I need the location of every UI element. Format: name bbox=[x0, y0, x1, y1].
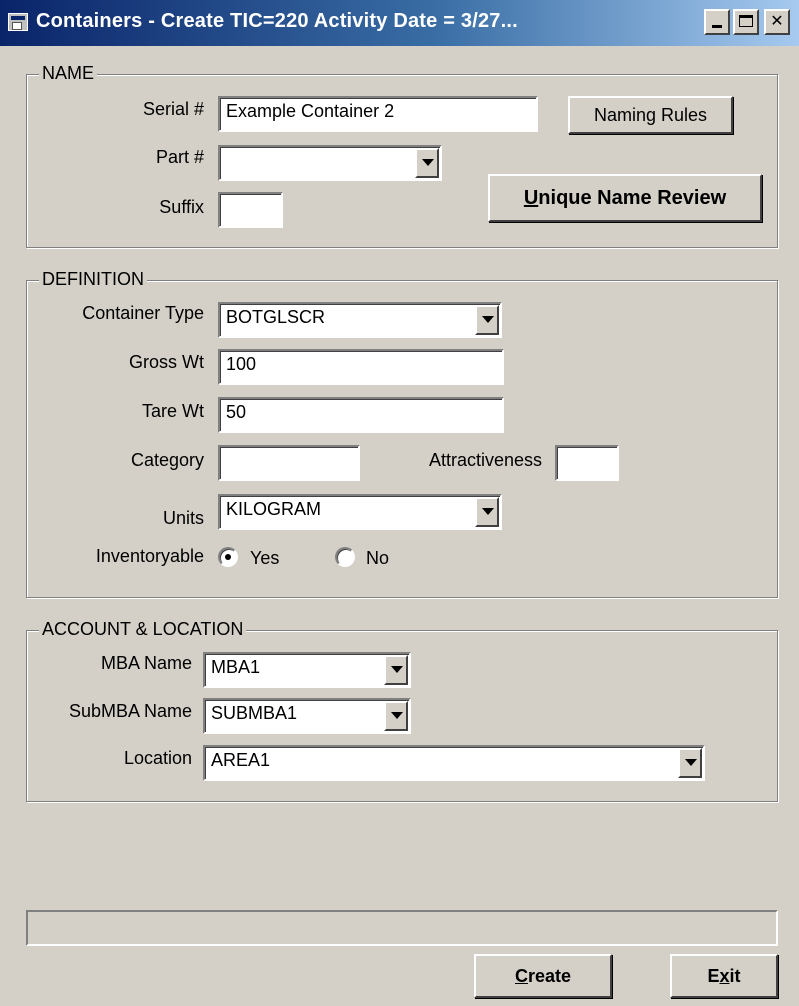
maximize-icon bbox=[739, 15, 753, 27]
unique-name-review-button[interactable]: Unique Name Review bbox=[488, 174, 762, 222]
create-button[interactable]: Create bbox=[474, 954, 612, 998]
close-button[interactable]: ✕ bbox=[764, 9, 790, 35]
mba-name-label: MBA Name bbox=[100, 653, 192, 673]
chevron-down-icon[interactable] bbox=[384, 701, 408, 731]
containers-create-window: Containers - Create TIC=220 Activity Dat… bbox=[0, 0, 799, 1006]
serial-label: Serial # bbox=[142, 99, 204, 119]
minimize-icon bbox=[712, 25, 722, 28]
unique-review-accel: U bbox=[523, 187, 539, 209]
container-type-select[interactable]: BOTGLSCR bbox=[218, 302, 502, 338]
part-label: Part # bbox=[155, 147, 204, 167]
submba-name-value: SUBMBA1 bbox=[211, 703, 298, 723]
units-select[interactable]: KILOGRAM bbox=[218, 494, 502, 530]
container-type-label: Container Type bbox=[82, 303, 204, 323]
chevron-down-icon[interactable] bbox=[475, 497, 499, 527]
mba-name-value: MBA1 bbox=[211, 657, 261, 677]
inventoryable-yes-radio[interactable] bbox=[218, 547, 238, 567]
create-accel: C bbox=[514, 966, 528, 986]
exit-label-rest: it bbox=[729, 966, 741, 986]
location-value: AREA1 bbox=[211, 750, 271, 770]
status-bar bbox=[26, 910, 778, 946]
category-label: Category bbox=[130, 450, 204, 470]
attractiveness-label: Attractiveness bbox=[428, 450, 542, 470]
suffix-label: Suffix bbox=[159, 197, 204, 217]
mba-name-select[interactable]: MBA1 bbox=[203, 652, 411, 688]
inventoryable-no-label[interactable]: No bbox=[366, 548, 389, 569]
units-value: KILOGRAM bbox=[226, 499, 322, 519]
submba-name-select[interactable]: SUBMBA1 bbox=[203, 698, 411, 734]
category-input[interactable] bbox=[218, 445, 360, 481]
serial-input[interactable]: Example Container 2 bbox=[218, 96, 538, 132]
exit-accel: x bbox=[719, 966, 730, 986]
maximize-button[interactable] bbox=[733, 9, 759, 35]
inventoryable-no-radio[interactable] bbox=[335, 547, 355, 567]
chevron-down-icon[interactable] bbox=[475, 305, 499, 335]
app-window-icon[interactable] bbox=[8, 13, 28, 31]
part-select[interactable] bbox=[218, 145, 442, 181]
create-label: reate bbox=[527, 966, 572, 986]
window-title: Containers - Create TIC=220 Activity Dat… bbox=[36, 10, 518, 32]
location-select[interactable]: AREA1 bbox=[203, 745, 705, 781]
chevron-down-icon[interactable] bbox=[415, 148, 439, 178]
unique-review-label: nique Name Review bbox=[538, 187, 727, 209]
exit-label-pre: E bbox=[707, 966, 720, 986]
chevron-down-icon[interactable] bbox=[678, 748, 702, 778]
inventoryable-label: Inventoryable bbox=[95, 546, 204, 566]
submba-name-label: SubMBA Name bbox=[68, 701, 192, 721]
minimize-button[interactable] bbox=[704, 9, 730, 35]
location-label: Location bbox=[123, 748, 192, 768]
definition-group-legend: DEFINITION bbox=[39, 269, 147, 290]
naming-rules-button[interactable]: Naming Rules bbox=[568, 96, 733, 134]
units-label: Units bbox=[162, 508, 204, 528]
tare-wt-label: Tare Wt bbox=[141, 401, 204, 421]
suffix-input[interactable] bbox=[218, 192, 283, 228]
inventoryable-yes-label[interactable]: Yes bbox=[250, 548, 279, 569]
attractiveness-input[interactable] bbox=[555, 445, 619, 481]
close-icon: ✕ bbox=[770, 11, 784, 30]
container-type-value: BOTGLSCR bbox=[226, 307, 326, 327]
tare-wt-input[interactable]: 50 bbox=[218, 397, 504, 433]
name-group-legend: NAME bbox=[39, 63, 98, 84]
gross-wt-label: Gross Wt bbox=[129, 352, 204, 372]
exit-button[interactable]: Exit bbox=[670, 954, 778, 998]
gross-wt-input[interactable]: 100 bbox=[218, 349, 504, 385]
chevron-down-icon[interactable] bbox=[384, 655, 408, 685]
account-location-legend: ACCOUNT & LOCATION bbox=[39, 619, 247, 640]
title-bar[interactable]: Containers - Create TIC=220 Activity Dat… bbox=[0, 0, 799, 46]
